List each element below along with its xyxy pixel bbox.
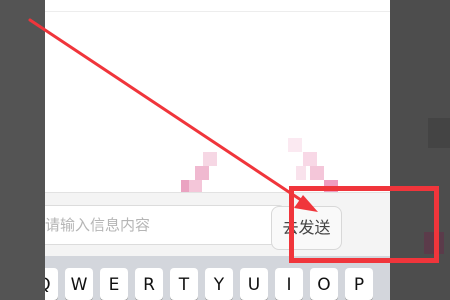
- keyboard: Q W E R T Y U I O P: [45, 256, 390, 300]
- key-i[interactable]: I: [275, 268, 303, 300]
- phone-screen: 请输入信息内容 Q W E R T Y U I O P: [45, 0, 390, 300]
- message-input-placeholder: 请输入信息内容: [45, 216, 151, 234]
- key-u[interactable]: U: [240, 268, 268, 300]
- background-block: [424, 232, 444, 254]
- background-block: [428, 118, 450, 148]
- key-q[interactable]: Q: [45, 268, 58, 300]
- send-button[interactable]: 去发送: [271, 206, 342, 250]
- key-p[interactable]: P: [345, 268, 373, 300]
- key-e[interactable]: E: [100, 268, 128, 300]
- key-r[interactable]: R: [135, 268, 163, 300]
- key-y[interactable]: Y: [205, 268, 233, 300]
- right-background-panel: [390, 0, 450, 300]
- top-divider: [45, 11, 390, 12]
- key-w[interactable]: W: [65, 268, 93, 300]
- key-t[interactable]: T: [170, 268, 198, 300]
- key-o[interactable]: O: [310, 268, 338, 300]
- screenshot-page: 请输入信息内容 Q W E R T Y U I O P 去发送: [0, 0, 450, 300]
- message-input[interactable]: 请输入信息内容: [45, 205, 285, 245]
